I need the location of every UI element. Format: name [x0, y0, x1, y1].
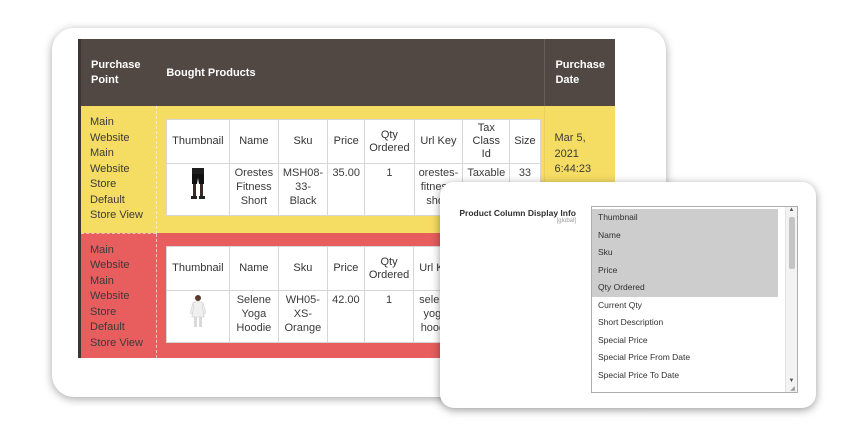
thumbnail-cell: [165, 290, 230, 343]
scrollbar-thumb[interactable]: [789, 217, 795, 269]
col-price: Price: [326, 246, 365, 291]
select-option[interactable]: Short Description: [592, 314, 778, 332]
store-label: Main Website Store: [90, 147, 130, 190]
purchase-date-value: Mar 5, 2021 6:44:23: [554, 132, 592, 175]
select-option[interactable]: Thumbnail: [592, 209, 778, 227]
select-option[interactable]: Special Price To Date: [592, 367, 778, 385]
hoodie-thumbnail[interactable]: [189, 293, 207, 331]
scroll-down-arrow-icon[interactable]: ▼: [787, 378, 796, 384]
header-purchase-point[interactable]: Purchase Point: [78, 39, 157, 106]
purchase-point-cell: Main Website Main Website Store Default …: [78, 232, 157, 358]
shorts-thumbnail[interactable]: [189, 166, 207, 204]
col-qty-ordered: Qty Ordered: [363, 246, 415, 291]
product-name: Orestes Fitness Short: [228, 163, 279, 216]
product-column-display-label: Product Column Display Info: [459, 208, 576, 218]
select-option[interactable]: Current Qty: [592, 297, 778, 315]
col-url-key: Url Key: [413, 119, 464, 164]
thumbnail-cell: [165, 163, 230, 216]
scope-label: [global]: [556, 218, 576, 224]
select-option[interactable]: Qty Ordered: [592, 279, 778, 297]
listbox-scrollbar[interactable]: ▲ ▼ ◢: [785, 207, 797, 392]
product-qty: 1: [363, 290, 415, 343]
product-qty: 1: [364, 163, 415, 216]
col-thumbnail: Thumbnail: [165, 246, 230, 291]
product-price: 35.00: [327, 163, 366, 216]
product-name: Selene Yoga Hoodie: [228, 290, 279, 343]
subtable-header: Thumbnail Name Sku Price Qty Ordered Url…: [165, 119, 541, 164]
col-name: Name: [228, 119, 279, 164]
col-size: Size: [509, 119, 541, 164]
col-thumbnail: Thumbnail: [165, 119, 230, 164]
header-purchase-date[interactable]: Purchase Date: [544, 39, 615, 106]
website-label: Main Website: [90, 243, 130, 272]
col-name: Name: [228, 246, 279, 291]
header-bought-products[interactable]: Bought Products: [156, 39, 545, 106]
col-price: Price: [327, 119, 366, 164]
product-column-multiselect[interactable]: Thumbnail Name Sku Price Qty Ordered Current …: [591, 206, 798, 393]
select-option[interactable]: Price: [592, 261, 778, 279]
select-option[interactable]: Sku: [592, 244, 778, 262]
website-label: Main Website: [90, 116, 130, 144]
select-option[interactable]: Special Price: [592, 332, 778, 350]
scroll-up-arrow-icon[interactable]: ▲: [787, 207, 796, 213]
col-sku: Sku: [277, 119, 329, 164]
store-view-label: Default Store View: [90, 321, 143, 349]
col-qty-ordered: Qty Ordered: [364, 119, 415, 164]
store-view-label: Default Store View: [90, 193, 143, 222]
config-card: Product Column Display Info [global] Thu…: [440, 182, 816, 408]
grid-header-row: Purchase Point Bought Products Purchase …: [78, 39, 615, 106]
purchase-point-cell: Main Website Main Website Store Default …: [78, 106, 157, 233]
select-option[interactable]: Name: [592, 226, 778, 244]
product-sku: MSH08-33-Black: [277, 163, 329, 216]
col-tax-class: Tax Class Id: [462, 119, 511, 164]
product-price: 42.00: [326, 290, 365, 343]
resize-grip-icon[interactable]: ◢: [788, 385, 797, 392]
select-option[interactable]: Special Price From Date: [592, 349, 778, 367]
col-sku: Sku: [277, 246, 328, 291]
store-label: Main Website Store: [90, 274, 130, 318]
product-sku: WH05-XS-Orange: [277, 290, 328, 343]
